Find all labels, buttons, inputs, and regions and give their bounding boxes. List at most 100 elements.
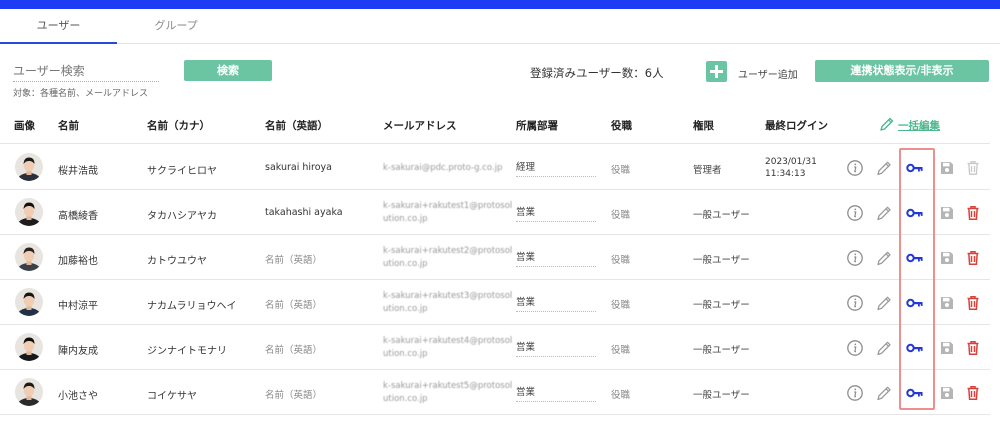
user-role: 役職 (611, 390, 631, 401)
user-row: 中村涼平 ナカムラリョウヘイ 名前（英語） k-sakurai+rakutest3@p… (0, 280, 990, 325)
user-email: k-sakurai@pdc.proto-g.co.jp (383, 162, 502, 175)
column-header-last-login: 最終ログイン (765, 120, 828, 132)
header-divider (0, 143, 990, 144)
key-icon[interactable] (905, 203, 925, 223)
email-line: ution.co.jp (383, 214, 428, 224)
user-role: 役職 (611, 165, 631, 176)
trash-icon[interactable] (963, 383, 983, 403)
search-button[interactable]: 検索 (184, 60, 272, 81)
user-email: k-sakurai+rakutest1@protosol ution.co.jp (383, 200, 512, 226)
save-icon[interactable] (937, 203, 957, 223)
user-name-english: 名前（英語） (265, 255, 323, 266)
user-email: k-sakurai+rakutest4@protosol ution.co.jp (383, 335, 512, 361)
pencil-icon[interactable] (874, 383, 894, 403)
column-header-image: 画像 (14, 120, 35, 132)
user-last-login: 2023/01/31 11:34:13 (765, 157, 817, 179)
user-email: k-sakurai+rakutest5@protosol ution.co.jp (383, 380, 512, 406)
save-icon[interactable] (937, 248, 957, 268)
email-line: k-sakurai+rakutest2@protosol (383, 246, 513, 256)
user-count: 登録済みユーザー数：6人 (530, 66, 664, 80)
user-search-input[interactable] (13, 60, 159, 82)
email-line: k-sakurai+rakutest1@protosol (383, 201, 513, 211)
trash-icon[interactable] (963, 158, 983, 178)
email-line: k-sakurai@pdc.proto-g.co.jp (383, 163, 503, 173)
user-department-field[interactable]: 営業 (516, 384, 596, 402)
column-header-department: 所属部署 (516, 120, 558, 132)
user-name-english: takahashi ayaka (265, 207, 343, 218)
save-icon[interactable] (937, 158, 957, 178)
info-icon[interactable] (845, 158, 865, 178)
avatar (15, 198, 43, 226)
key-icon[interactable] (905, 338, 925, 358)
column-header-english: 名前（英語） (265, 120, 328, 132)
user-name-english: 名前（英語） (265, 345, 323, 356)
user-name: 高橋綾香 (58, 211, 98, 222)
user-row: 加藤裕也 カトウユウヤ 名前（英語） k-sakurai+rakutest2@prot… (0, 235, 990, 280)
pencil-icon[interactable] (874, 293, 894, 313)
user-permission: 管理者 (693, 165, 722, 176)
save-icon[interactable] (937, 338, 957, 358)
key-icon[interactable] (905, 158, 925, 178)
add-user-button[interactable] (706, 61, 727, 82)
bulk-edit-label: 一括編集 (898, 120, 940, 132)
user-department-field[interactable]: 営業 (516, 294, 596, 312)
save-icon[interactable] (937, 293, 957, 313)
info-icon[interactable] (845, 293, 865, 313)
user-role: 役職 (611, 345, 631, 356)
user-row: 小池さや コイケサヤ 名前（英語） k-sakurai+rakutest5@proto… (0, 370, 990, 415)
user-name: 中村涼平 (58, 301, 98, 312)
user-name-kana: コイケサヤ (147, 391, 197, 402)
key-icon[interactable] (905, 383, 925, 403)
user-permission: 一般ユーザー (693, 345, 750, 356)
pencil-icon (880, 117, 894, 131)
trash-icon[interactable] (963, 293, 983, 313)
user-name: 加藤裕也 (58, 256, 98, 267)
pencil-icon[interactable] (874, 338, 894, 358)
column-header-kana: 名前（カナ） (147, 120, 210, 132)
user-name-kana: ナカムラリョウヘイ (147, 301, 237, 312)
column-header-name: 名前 (58, 120, 79, 132)
save-icon[interactable] (937, 383, 957, 403)
pencil-icon[interactable] (874, 203, 894, 223)
user-name-english: 名前（英語） (265, 300, 323, 311)
trash-icon[interactable] (963, 248, 983, 268)
user-name-english: 名前（英語） (265, 390, 323, 401)
email-line: ution.co.jp (383, 259, 428, 269)
user-role: 役職 (611, 300, 631, 311)
pencil-icon[interactable] (874, 158, 894, 178)
user-name: 桜井浩哉 (58, 166, 98, 177)
tab-users[interactable]: ユーザー (0, 9, 117, 44)
info-icon[interactable] (845, 203, 865, 223)
info-icon[interactable] (845, 338, 865, 358)
pencil-icon[interactable] (874, 248, 894, 268)
email-line: k-sakurai+rakutest5@protosol (383, 381, 513, 391)
add-user-label[interactable]: ユーザー追加 (738, 66, 798, 81)
column-header-permission: 権限 (693, 120, 714, 132)
user-department-field[interactable]: 経理 (516, 159, 596, 177)
user-department-field[interactable]: 営業 (516, 204, 596, 222)
user-email: k-sakurai+rakutest2@protosol ution.co.jp (383, 245, 512, 271)
info-icon[interactable] (845, 383, 865, 403)
trash-icon[interactable] (963, 203, 983, 223)
user-permission: 一般ユーザー (693, 210, 750, 221)
info-icon[interactable] (845, 248, 865, 268)
user-department-field[interactable]: 営業 (516, 249, 596, 267)
user-name: 陣内友成 (58, 346, 98, 357)
user-row: 高橋綾香 タカハシアヤカ takahashi ayaka k-sakurai+raku… (0, 190, 990, 235)
user-name-english: sakurai hiroya (265, 162, 333, 173)
user-name-kana: ジンナイトモナリ (147, 346, 227, 357)
top-accent-bar (0, 0, 1000, 9)
email-line: ution.co.jp (383, 304, 428, 314)
user-name-kana: タカハシアヤカ (147, 211, 217, 222)
search-hint: 対象：各種名前、メールアドレス (13, 89, 149, 99)
trash-icon[interactable] (963, 338, 983, 358)
user-row: 桜井浩哉 サクライヒロヤ sakurai hiroya k-sakurai@pdc.p… (0, 145, 990, 190)
key-icon[interactable] (905, 248, 925, 268)
user-department-field[interactable]: 営業 (516, 339, 596, 357)
plus-icon (710, 65, 723, 78)
link-status-toggle-button[interactable]: 連携状態表示/非表示 (815, 60, 989, 82)
key-icon[interactable] (905, 293, 925, 313)
user-role: 役職 (611, 255, 631, 266)
user-name-kana: カトウユウヤ (147, 256, 207, 267)
tab-groups[interactable]: グループ (117, 9, 235, 44)
